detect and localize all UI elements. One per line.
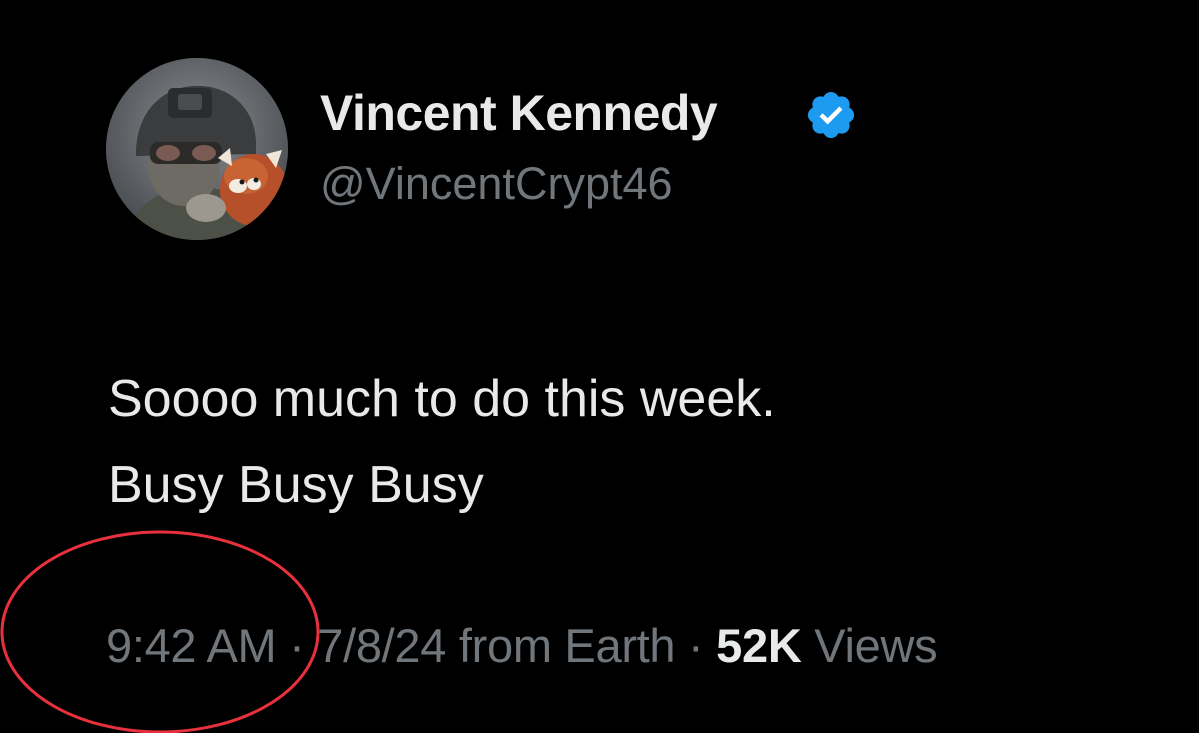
- verified-badge-icon[interactable]: [804, 88, 858, 142]
- tweet-source: from Earth: [458, 619, 676, 672]
- meta-separator: ·: [289, 619, 305, 672]
- tweet-text: Soooo much to do this week. Busy Busy Bu…: [108, 356, 776, 528]
- tweet-text-line: Busy Busy Busy: [108, 456, 484, 514]
- display-name[interactable]: Vincent Kennedy: [320, 84, 718, 142]
- tweet-date[interactable]: 7/8/24: [317, 619, 446, 672]
- tweet-card: Vincent Kennedy @VincentCrypt46 Soooo mu…: [0, 0, 1199, 733]
- avatar[interactable]: [106, 58, 288, 240]
- views-count[interactable]: 52K: [716, 619, 802, 672]
- avatar-image: [106, 58, 288, 240]
- user-handle[interactable]: @VincentCrypt46: [320, 158, 673, 210]
- tweet-time[interactable]: 9:42 AM: [106, 619, 277, 672]
- tweet-meta: 9:42 AM · 7/8/24 from Earth · 52K Views: [106, 618, 938, 673]
- meta-separator: ·: [688, 619, 704, 672]
- tweet-text-line: Soooo much to do this week.: [108, 370, 776, 428]
- views-label: Views: [814, 619, 938, 672]
